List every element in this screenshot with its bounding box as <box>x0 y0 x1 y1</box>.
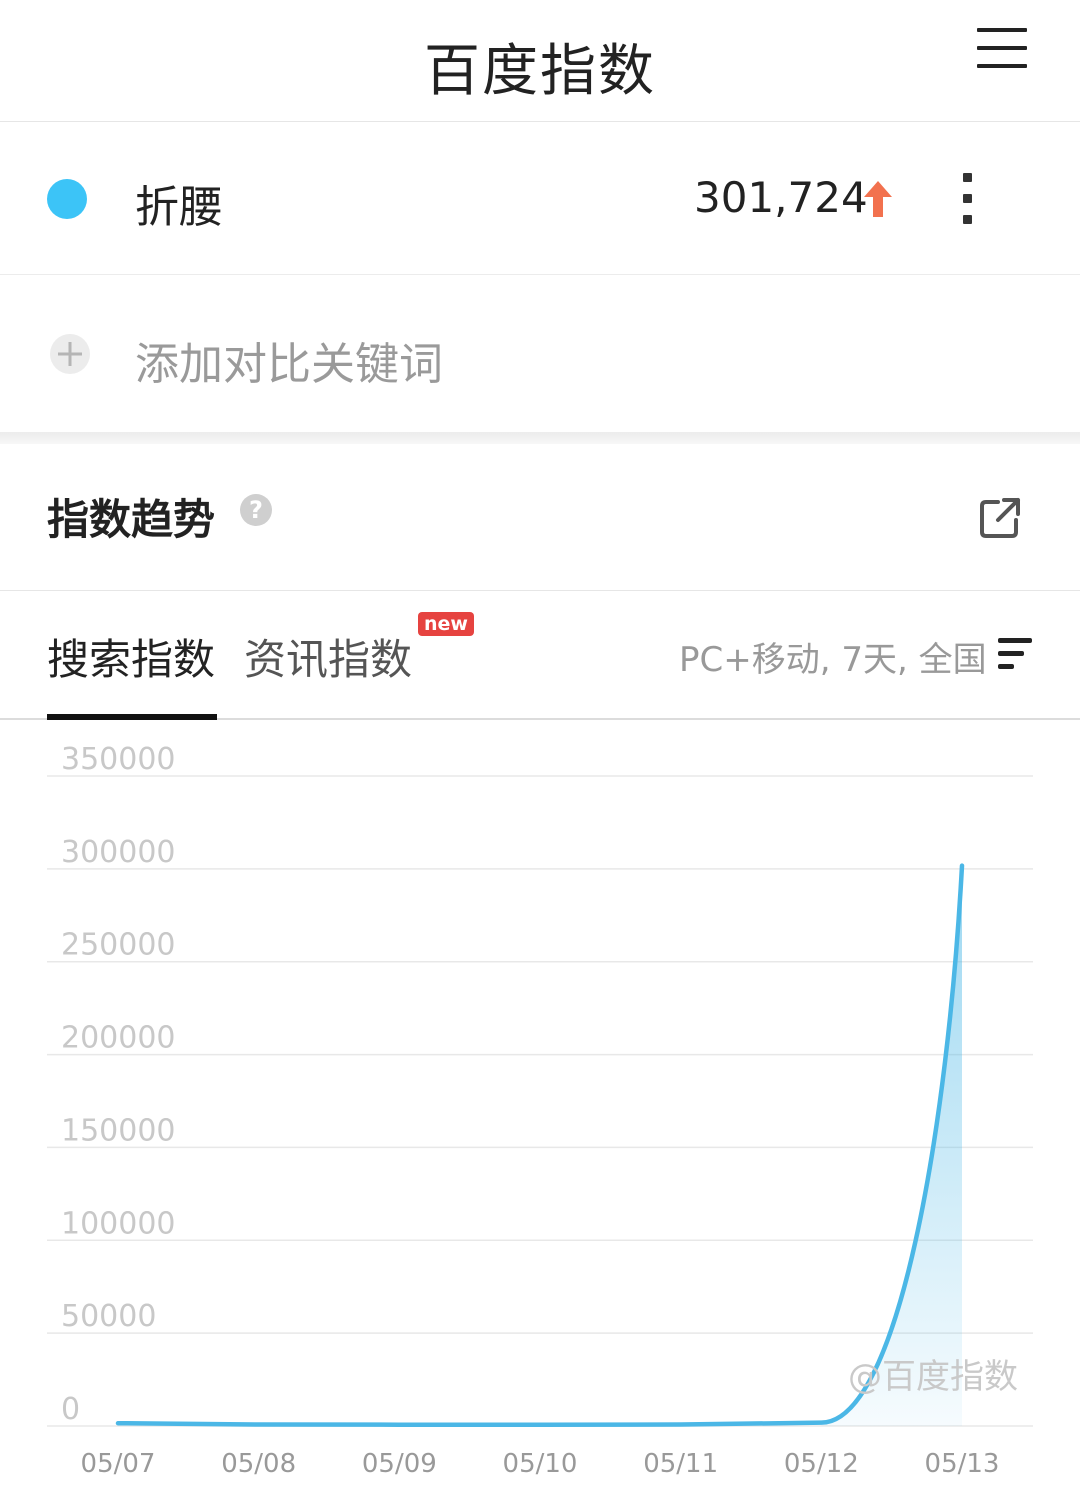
app-header: 百度指数 <box>0 0 1080 122</box>
new-badge: new <box>418 612 474 636</box>
help-question-icon[interactable]: ? <box>240 494 272 526</box>
filter-summary[interactable]: PC+移动, 7天, 全国 <box>679 632 987 681</box>
y-tick-label: 0 <box>61 1392 80 1427</box>
arrow-up-icon <box>864 181 892 217</box>
x-tick-label: 05/09 <box>362 1449 437 1479</box>
trend-chart-svg: 350000 300000 250000 200000 150000 100000 5000… <box>47 742 1033 1479</box>
trend-section-header: 指数趋势 ? <box>0 444 1080 591</box>
index-tabs: 搜索指数 资讯指数 new PC+移动, 7天, 全国 <box>0 592 1080 720</box>
y-tick-label: 100000 <box>61 1206 176 1241</box>
x-tick-label: 05/11 <box>643 1449 718 1479</box>
keyword-color-dot <box>47 179 87 219</box>
menu-icon[interactable] <box>974 26 1030 72</box>
y-tick-label: 200000 <box>61 1021 176 1056</box>
active-tab-indicator <box>47 714 217 720</box>
filter-sort-icon[interactable] <box>998 638 1034 670</box>
series-line <box>115 863 965 1427</box>
keyword-index-value: 301,724 <box>694 173 868 222</box>
tab-news-index[interactable]: 资讯指数 <box>244 626 412 687</box>
x-tick-label: 05/07 <box>81 1449 156 1479</box>
share-external-icon[interactable] <box>978 496 1022 540</box>
section-divider <box>0 432 1080 444</box>
y-tick-label: 300000 <box>61 835 176 870</box>
x-tick-label: 05/12 <box>784 1449 859 1479</box>
tab-search-index[interactable]: 搜索指数 <box>47 626 215 687</box>
page-title: 百度指数 <box>424 39 656 104</box>
keyword-row[interactable]: 折腰 301,724 <box>0 123 1080 275</box>
keyword-name: 折腰 <box>135 182 223 233</box>
more-options-icon[interactable] <box>958 171 978 227</box>
x-tick-label: 05/08 <box>221 1449 296 1479</box>
plus-icon <box>50 334 90 374</box>
x-tick-label: 05/10 <box>503 1449 578 1479</box>
add-compare-keyword-label: 添加对比关键词 <box>135 339 443 390</box>
x-tick-label: 05/13 <box>925 1449 1000 1479</box>
chart-watermark: @百度指数 <box>848 1357 1018 1397</box>
section-title: 指数趋势 <box>47 495 216 544</box>
y-tick-label: 50000 <box>61 1299 156 1334</box>
add-compare-keyword-row[interactable]: 添加对比关键词 <box>0 276 1080 432</box>
trend-chart: 350000 300000 250000 200000 150000 100000 5000… <box>0 722 1080 1489</box>
series-area <box>821 865 962 1426</box>
y-tick-label: 250000 <box>61 928 176 963</box>
y-tick-label: 150000 <box>61 1113 176 1148</box>
y-tick-label: 350000 <box>61 742 176 777</box>
